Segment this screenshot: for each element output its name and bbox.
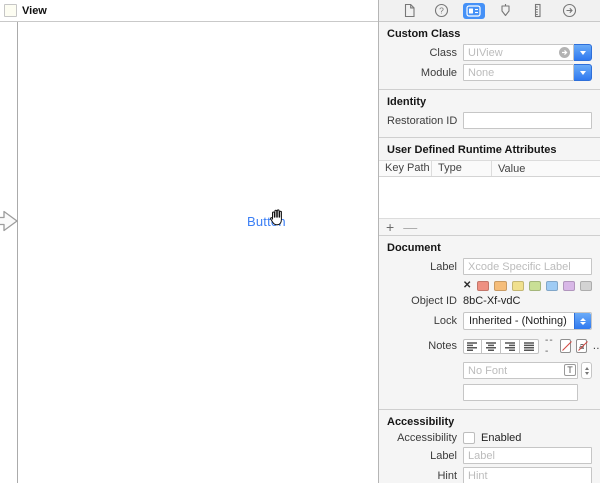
column-value[interactable]: Value bbox=[492, 163, 600, 175]
class-input[interactable] bbox=[463, 44, 574, 61]
notes-label: Notes bbox=[428, 340, 457, 352]
view-titlebar[interactable]: View bbox=[0, 0, 378, 22]
object-id-value: 8bC-Xf-vdC bbox=[463, 295, 521, 307]
svg-text:?: ? bbox=[439, 5, 444, 15]
custom-class-section: Custom Class Class Module bbox=[379, 22, 600, 90]
accessibility-label-input[interactable] bbox=[463, 447, 592, 464]
document-label-input[interactable] bbox=[463, 258, 592, 275]
popup-arrows-icon bbox=[574, 313, 591, 329]
class-label: Class bbox=[429, 46, 457, 59]
label-color-swatches: ✕ bbox=[463, 280, 593, 291]
storyboard-canvas[interactable]: View Button bbox=[0, 0, 378, 483]
runtime-attributes-header: User Defined Runtime Attributes bbox=[387, 144, 557, 156]
accessibility-enabled-checkbox[interactable] bbox=[463, 432, 475, 444]
lock-popup-value: Inherited - (Nothing) bbox=[469, 315, 567, 327]
restoration-id-input[interactable] bbox=[463, 112, 592, 129]
font-size-stepper[interactable] bbox=[581, 362, 592, 379]
enabled-label: Enabled bbox=[481, 432, 522, 444]
chevron-down-icon bbox=[579, 70, 586, 75]
file-icon[interactable] bbox=[399, 3, 421, 19]
help-icon[interactable]: ? bbox=[431, 3, 453, 19]
storyboard-entry-arrow-icon[interactable] bbox=[0, 205, 23, 240]
connections-inspector-icon[interactable] bbox=[559, 3, 581, 19]
size-inspector-icon[interactable] bbox=[527, 3, 549, 19]
runtime-attributes-actions: + — bbox=[379, 219, 600, 235]
restoration-id-label: Restoration ID bbox=[387, 114, 458, 127]
runtime-attributes-table-header: Key Path Type Value bbox=[379, 160, 600, 177]
add-attribute-button[interactable]: + bbox=[386, 220, 394, 234]
color-swatch[interactable] bbox=[494, 280, 507, 291]
color-swatch[interactable] bbox=[579, 280, 593, 291]
document-section: Document Label ✕ Object ID 8bC-Xf-vdC Lo… bbox=[379, 236, 600, 410]
column-type[interactable]: Type bbox=[432, 161, 492, 176]
color-swatch[interactable] bbox=[562, 280, 575, 291]
column-key-path[interactable]: Key Path bbox=[379, 161, 432, 176]
module-dropdown-button[interactable] bbox=[574, 64, 592, 81]
more-options-button[interactable]: … bbox=[592, 340, 600, 352]
chevron-down-icon bbox=[579, 50, 586, 55]
color-swatch[interactable] bbox=[511, 280, 524, 291]
align-left-icon[interactable] bbox=[463, 338, 482, 354]
no-text-color-button[interactable]: a bbox=[576, 339, 589, 353]
view-left-edge bbox=[17, 22, 18, 483]
accessibility-hint-input[interactable] bbox=[463, 467, 592, 483]
identity-section: Identity Restoration ID bbox=[379, 90, 600, 138]
lock-popup[interactable]: Inherited - (Nothing) bbox=[463, 312, 592, 330]
lock-label: Lock bbox=[433, 315, 457, 327]
document-header: Document bbox=[387, 242, 441, 254]
notes-alignment-segment bbox=[463, 338, 539, 354]
document-label-label: Label bbox=[430, 260, 457, 273]
module-input[interactable] bbox=[463, 64, 574, 81]
open-hand-cursor-icon bbox=[265, 207, 287, 232]
color-swatch[interactable] bbox=[528, 280, 541, 291]
identity-inspector-panel: ? Custom Class Class UIView Module None … bbox=[378, 0, 600, 483]
accessibility-section: Accessibility Accessibility Enabled Labe… bbox=[379, 410, 600, 483]
accessibility-label-label: Label bbox=[430, 449, 457, 462]
view-title[interactable]: View bbox=[22, 5, 47, 17]
font-panel-icon[interactable]: T bbox=[564, 364, 576, 376]
notes-text-input[interactable] bbox=[463, 384, 578, 401]
inspector-tab-bar: ? bbox=[379, 0, 600, 22]
xcode-interface-builder: View Button ? Custom Class Class UIView … bbox=[0, 0, 600, 483]
align-right-icon[interactable] bbox=[501, 338, 520, 354]
dashed-line-button[interactable]: --- bbox=[545, 335, 555, 357]
module-label: Module bbox=[420, 66, 457, 79]
identity-header: Identity bbox=[387, 96, 427, 108]
attributes-inspector-icon[interactable] bbox=[495, 3, 517, 19]
custom-class-header: Custom Class bbox=[387, 28, 461, 40]
object-id-label: Object ID bbox=[411, 295, 457, 307]
align-justify-icon[interactable] bbox=[520, 338, 539, 354]
color-swatch[interactable] bbox=[477, 280, 490, 291]
clear-color-icon[interactable]: ✕ bbox=[463, 280, 471, 291]
runtime-attributes-table-body[interactable] bbox=[379, 177, 600, 219]
color-swatch[interactable] bbox=[545, 280, 558, 291]
view-icon bbox=[4, 4, 17, 17]
runtime-attributes-section: User Defined Runtime Attributes Key Path… bbox=[379, 138, 600, 236]
jump-to-class-icon[interactable] bbox=[559, 47, 570, 58]
identity-inspector-icon[interactable] bbox=[462, 2, 485, 19]
accessibility-header: Accessibility bbox=[387, 416, 455, 428]
accessibility-label: Accessibility bbox=[397, 432, 457, 444]
remove-attribute-button[interactable]: — bbox=[403, 220, 417, 234]
accessibility-hint-label: Hint bbox=[437, 469, 457, 482]
class-dropdown-button[interactable] bbox=[574, 44, 592, 61]
no-fill-color-button[interactable] bbox=[559, 339, 572, 353]
align-center-icon[interactable] bbox=[482, 338, 501, 354]
font-input[interactable] bbox=[463, 362, 578, 379]
